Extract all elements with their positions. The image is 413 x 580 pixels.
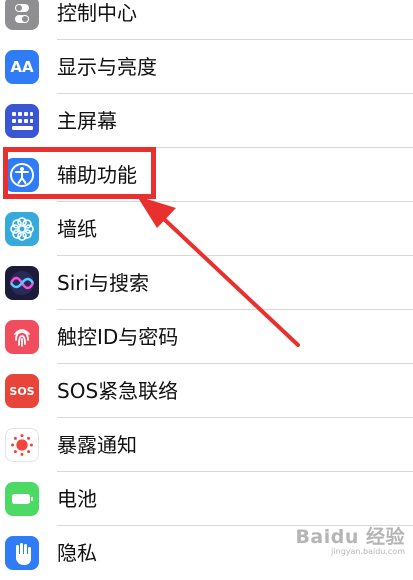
annotation-arrow — [137, 196, 300, 347]
watermark-logo: Baidu 经验 — [295, 526, 405, 548]
watermark: Baidu 经验 jingyan.baidu.com — [295, 522, 405, 556]
